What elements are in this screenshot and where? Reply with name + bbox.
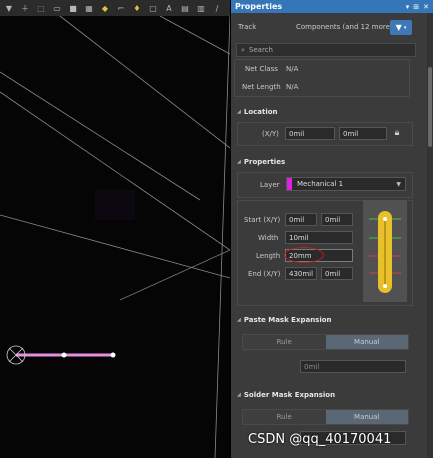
properties-section-header[interactable]: ◢ Properties xyxy=(237,158,285,166)
pcb-canvas[interactable]: ▼ ＋ ⬚ ▭ ■ ▦ ◆ ⌐ ♦ ▢ A ▤ ▥ ∕ xyxy=(0,0,230,458)
scrollbar-thumb[interactable] xyxy=(428,67,432,147)
search-icon: ⌕ xyxy=(241,45,245,54)
layer-label: Layer xyxy=(260,181,280,189)
width-label: Width xyxy=(258,234,279,242)
location-y-input[interactable]: 0mil xyxy=(339,127,387,140)
preview-end-dot xyxy=(383,284,387,288)
chart-icon[interactable]: ▥ xyxy=(194,2,208,14)
solder-mask-rule-option[interactable]: Rule xyxy=(243,410,326,424)
filter-button[interactable]: ▼ ▾ xyxy=(390,20,412,35)
component-icon[interactable]: ■ xyxy=(66,2,80,14)
text-icon[interactable]: A xyxy=(162,2,176,14)
pin-panel-icon[interactable]: ⊞ xyxy=(413,3,419,11)
end-y-input[interactable]: 0mil xyxy=(321,267,353,280)
rect-select-icon[interactable]: ⬚ xyxy=(34,2,48,14)
faint-region xyxy=(95,190,135,220)
paste-mask-section-header[interactable]: ◢ Paste Mask Expansion xyxy=(237,316,332,324)
properties-panel: Properties ▾ ⊞ ✕ Track Components (and 1… xyxy=(231,0,433,458)
track-line-5[interactable] xyxy=(0,214,230,279)
pin-icon[interactable]: ♦ xyxy=(130,2,144,14)
solder-mask-section-header[interactable]: ◢ Solder Mask Expansion xyxy=(237,391,335,399)
net-class-value: N/A xyxy=(286,65,299,73)
location-section-header[interactable]: ◢ Location xyxy=(237,108,278,116)
paste-mask-rule-option[interactable]: Rule xyxy=(243,335,326,349)
location-x-input[interactable]: 0mil xyxy=(285,127,335,140)
close-icon[interactable]: ✕ xyxy=(423,3,429,11)
track-line-2[interactable] xyxy=(0,71,201,201)
solder-mask-mode-toggle[interactable]: Rule Manual xyxy=(242,409,409,425)
search-box[interactable]: ⌕ Search xyxy=(236,43,416,57)
track-midpoint-handle[interactable] xyxy=(61,352,67,358)
grid-icon[interactable]: ▤ xyxy=(178,2,192,14)
plus-icon[interactable]: ＋ xyxy=(18,2,32,14)
track-preview-icon xyxy=(369,211,401,293)
arc-icon[interactable]: ∕ xyxy=(210,2,224,14)
start-xy-label: Start (X/Y) xyxy=(244,216,281,224)
square-icon[interactable]: ▭ xyxy=(50,2,64,14)
track-preview xyxy=(363,200,407,302)
collapse-triangle-icon: ◢ xyxy=(237,392,241,398)
red-highlight-circle xyxy=(284,247,324,263)
end-x-input[interactable]: 430mil xyxy=(285,267,317,280)
canvas-toolbar: ▼ ＋ ⬚ ▭ ■ ▦ ◆ ⌐ ♦ ▢ A ▤ ▥ ∕ xyxy=(0,0,230,16)
track-label: Track xyxy=(238,23,257,31)
width-input[interactable]: 10mil xyxy=(285,231,353,244)
filter-icon[interactable]: ▼ xyxy=(2,2,16,14)
start-y-input[interactable]: 0mil xyxy=(321,213,353,226)
paste-mask-mode-toggle[interactable]: Rule Manual xyxy=(242,334,409,350)
layer-select-value: Mechanical 1 xyxy=(297,180,344,188)
paste-mask-value-input[interactable]: 0mil xyxy=(300,360,406,373)
layer-color-swatch xyxy=(287,178,292,190)
track-end-handle[interactable] xyxy=(110,352,116,358)
watermark: CSDN @qq_40170041 xyxy=(248,432,392,447)
net-length-value: N/A xyxy=(286,83,299,91)
solder-mask-manual-option[interactable]: Manual xyxy=(325,410,408,424)
start-x-input[interactable]: 0mil xyxy=(285,213,317,226)
paste-mask-manual-option[interactable]: Manual xyxy=(325,335,408,349)
layer-select[interactable]: Mechanical 1 ▼ xyxy=(286,177,406,191)
track-line-1[interactable] xyxy=(59,15,230,149)
filter-icon: ▼ xyxy=(395,23,402,32)
net-class-label: Net Class xyxy=(245,65,278,73)
panel-scrollbar[interactable] xyxy=(427,13,433,458)
chip-icon[interactable]: ▦ xyxy=(82,2,96,14)
track-line-6[interactable] xyxy=(119,249,230,301)
location-xy-label: (X/Y) xyxy=(262,130,279,138)
end-xy-label: End (X/Y) xyxy=(248,270,281,278)
pad-icon[interactable]: ▢ xyxy=(146,2,160,14)
chevron-down-icon: ▼ xyxy=(396,180,401,188)
collapse-triangle-icon: ◢ xyxy=(237,109,241,115)
search-input[interactable]: Search xyxy=(249,46,273,54)
components-text: Components (and 12 more) xyxy=(296,23,393,31)
net-length-label: Net Length xyxy=(242,83,281,91)
chevron-down-icon: ▾ xyxy=(403,24,407,31)
track-line-4[interactable] xyxy=(0,91,230,251)
shape-icon[interactable]: ◆ xyxy=(98,2,112,14)
length-label: Length xyxy=(256,252,281,260)
track-line-7[interactable] xyxy=(214,15,230,458)
route-icon[interactable]: ⌐ xyxy=(114,2,128,14)
panel-title: Properties xyxy=(235,2,283,11)
dropdown-icon[interactable]: ▾ xyxy=(406,3,410,11)
panel-title-bar: Properties ▾ ⊞ ✕ xyxy=(231,0,433,13)
collapse-triangle-icon: ◢ xyxy=(237,159,241,165)
canvas-drawing xyxy=(0,15,230,458)
lock-icon[interactable]: 🔒︎ xyxy=(392,126,402,140)
track-line-3[interactable] xyxy=(159,15,230,55)
preview-start-dot xyxy=(383,217,387,221)
collapse-triangle-icon: ◢ xyxy=(237,317,241,323)
